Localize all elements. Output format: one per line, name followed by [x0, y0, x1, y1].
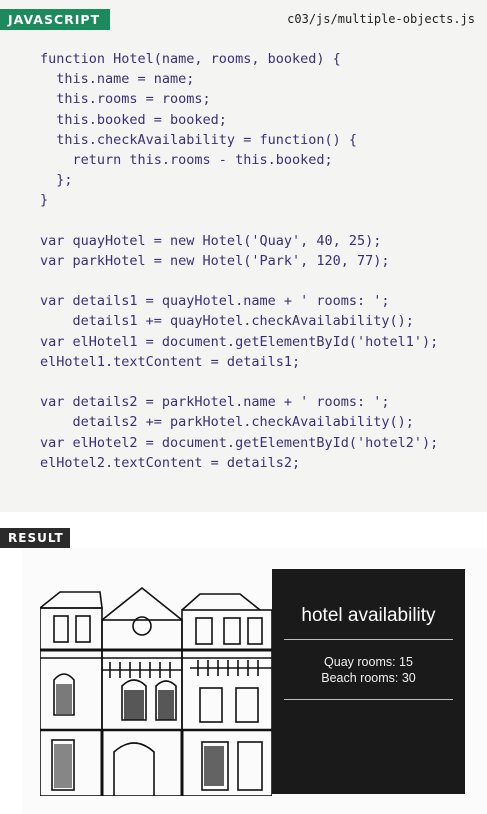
code-line: elHotel1.textContent = details1; [40, 353, 301, 370]
code-line: var details2 = parkHotel.name + ' rooms:… [40, 394, 390, 411]
divider [284, 639, 453, 640]
code-line: this.booked = booked; [40, 111, 227, 128]
availability-panel: hotel availability Quay rooms: 15 Beach … [272, 569, 465, 794]
code-line: var quayHotel = new Hotel('Quay', 40, 25… [40, 232, 382, 249]
hotel-illustration [40, 586, 272, 796]
code-line: return this.rooms - this.booked; [40, 151, 333, 168]
file-path: c03/js/multiple-objects.js [287, 12, 475, 26]
rooms-list: Quay rooms: 15 Beach rooms: 30 [272, 654, 465, 686]
code-line: this.rooms = rooms; [40, 91, 211, 108]
code-line: this.name = name; [40, 71, 195, 88]
code-panel: JAVASCRIPT c03/js/multiple-objects.js fu… [0, 0, 487, 512]
javascript-label: JAVASCRIPT [0, 9, 110, 30]
code-line: var elHotel2 = document.getElementById('… [40, 434, 439, 451]
code-line: var parkHotel = new Hotel('Park', 120, 7… [40, 252, 390, 269]
hotel1-rooms: Quay rooms: 15 [324, 655, 413, 669]
code-line: elHotel2.textContent = details2; [40, 454, 301, 471]
hotel2-rooms: Beach rooms: 30 [321, 671, 416, 685]
code-line: details2 += parkHotel.checkAvailability(… [40, 414, 414, 431]
code-line: }; [40, 172, 73, 189]
code-line: } [40, 192, 49, 209]
divider [284, 699, 453, 700]
code-line: this.checkAvailability = function() { [40, 131, 357, 148]
code-line: function Hotel(name, rooms, booked) { [40, 51, 341, 67]
result-label: RESULT [0, 528, 70, 548]
code-block: function Hotel(name, rooms, booked) { th… [40, 49, 479, 473]
code-line: details1 += quayHotel.checkAvailability(… [40, 313, 414, 330]
code-line: var elHotel1 = document.getElementById('… [40, 333, 439, 350]
availability-title: hotel availability [301, 605, 436, 626]
code-line: var details1 = quayHotel.name + ' rooms:… [40, 293, 390, 310]
